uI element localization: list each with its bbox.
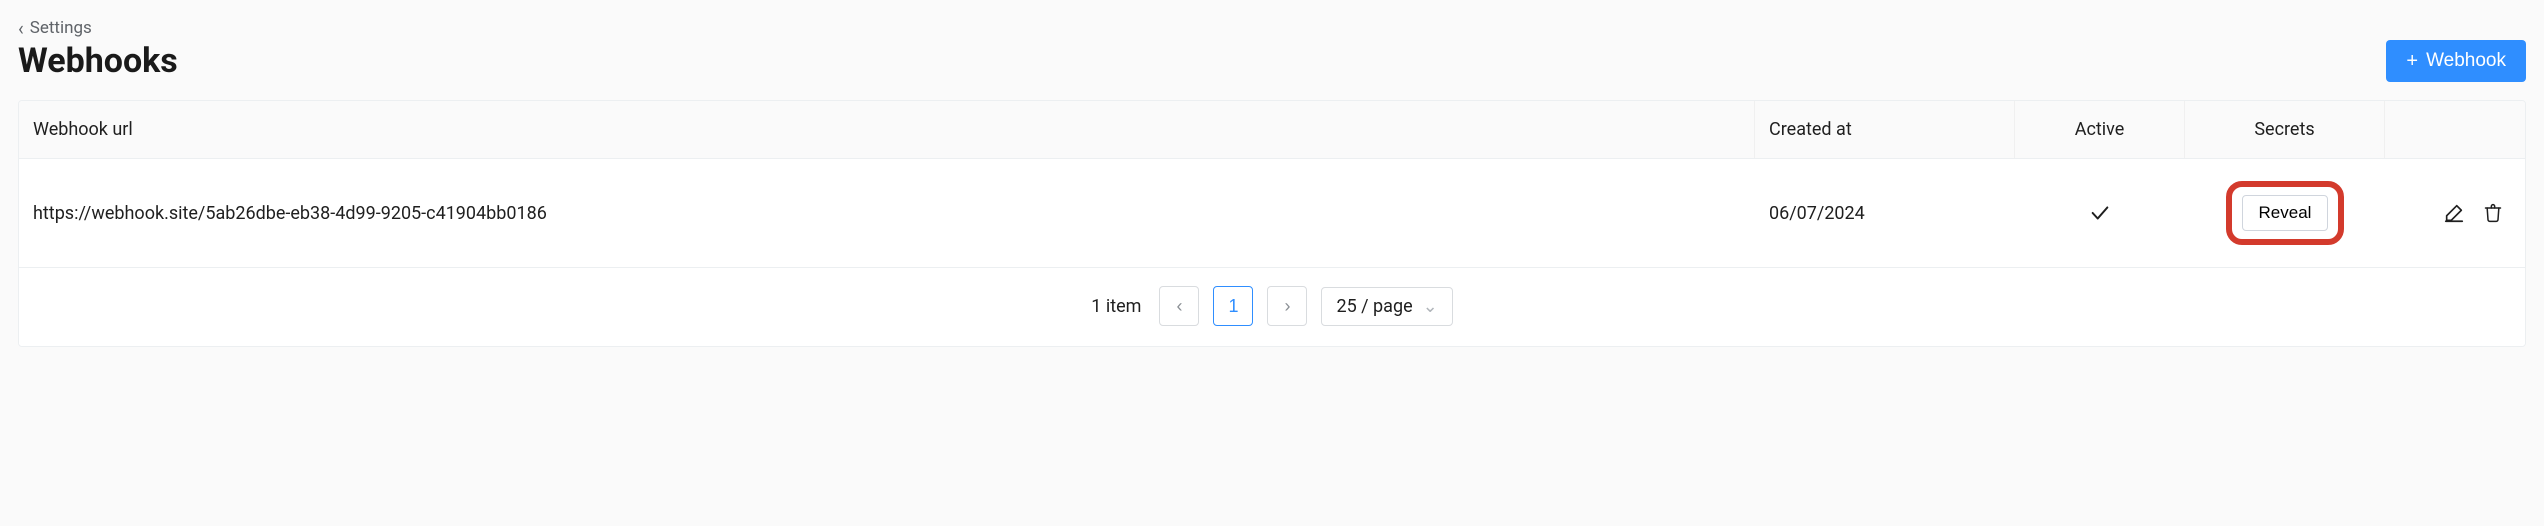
chevron-down-icon: ⌄ bbox=[1423, 296, 1438, 317]
chevron-left-icon: ‹ bbox=[1176, 296, 1182, 317]
check-icon bbox=[2089, 202, 2111, 224]
page-size-select[interactable]: 25 / page ⌄ bbox=[1321, 287, 1452, 326]
pagination: 1 item ‹ 1 › 25 / page ⌄ bbox=[19, 268, 2525, 346]
cell-secrets: Reveal bbox=[2185, 159, 2385, 267]
col-header-created-at: Created at bbox=[1755, 101, 2015, 158]
pagination-count: 1 item bbox=[1091, 296, 1141, 317]
page-title: Webhooks bbox=[18, 41, 178, 81]
reveal-highlight: Reveal bbox=[2226, 181, 2345, 245]
delete-webhook-button[interactable] bbox=[2481, 200, 2505, 226]
reveal-secret-button[interactable]: Reveal bbox=[2242, 195, 2329, 231]
add-webhook-label: Webhook bbox=[2426, 50, 2506, 72]
col-header-actions bbox=[2385, 101, 2525, 158]
pencil-icon bbox=[2443, 202, 2465, 224]
cell-active bbox=[2015, 159, 2185, 267]
cell-created-at: 06/07/2024 bbox=[1755, 159, 2015, 267]
plus-icon: + bbox=[2406, 51, 2418, 71]
add-webhook-button[interactable]: + Webhook bbox=[2386, 40, 2526, 82]
pagination-page-1[interactable]: 1 bbox=[1213, 286, 1253, 326]
chevron-right-icon: › bbox=[1284, 296, 1290, 317]
cell-url: https://webhook.site/5ab26dbe-eb38-4d99-… bbox=[19, 159, 1755, 267]
edit-webhook-button[interactable] bbox=[2441, 200, 2467, 226]
chevron-left-icon: ‹ bbox=[18, 19, 24, 38]
breadcrumb-back[interactable]: ‹ Settings bbox=[18, 18, 92, 38]
col-header-secrets: Secrets bbox=[2185, 101, 2385, 158]
col-header-url: Webhook url bbox=[19, 101, 1755, 158]
table-row: https://webhook.site/5ab26dbe-eb38-4d99-… bbox=[19, 159, 2525, 268]
cell-actions bbox=[2385, 159, 2525, 267]
page-size-label: 25 / page bbox=[1336, 296, 1412, 317]
col-header-active: Active bbox=[2015, 101, 2185, 158]
breadcrumb-label: Settings bbox=[30, 18, 92, 38]
pagination-prev-button[interactable]: ‹ bbox=[1159, 286, 1199, 326]
pagination-next-button[interactable]: › bbox=[1267, 286, 1307, 326]
webhooks-table: Webhook url Created at Active Secrets ht… bbox=[18, 100, 2526, 347]
trash-icon bbox=[2483, 202, 2503, 224]
